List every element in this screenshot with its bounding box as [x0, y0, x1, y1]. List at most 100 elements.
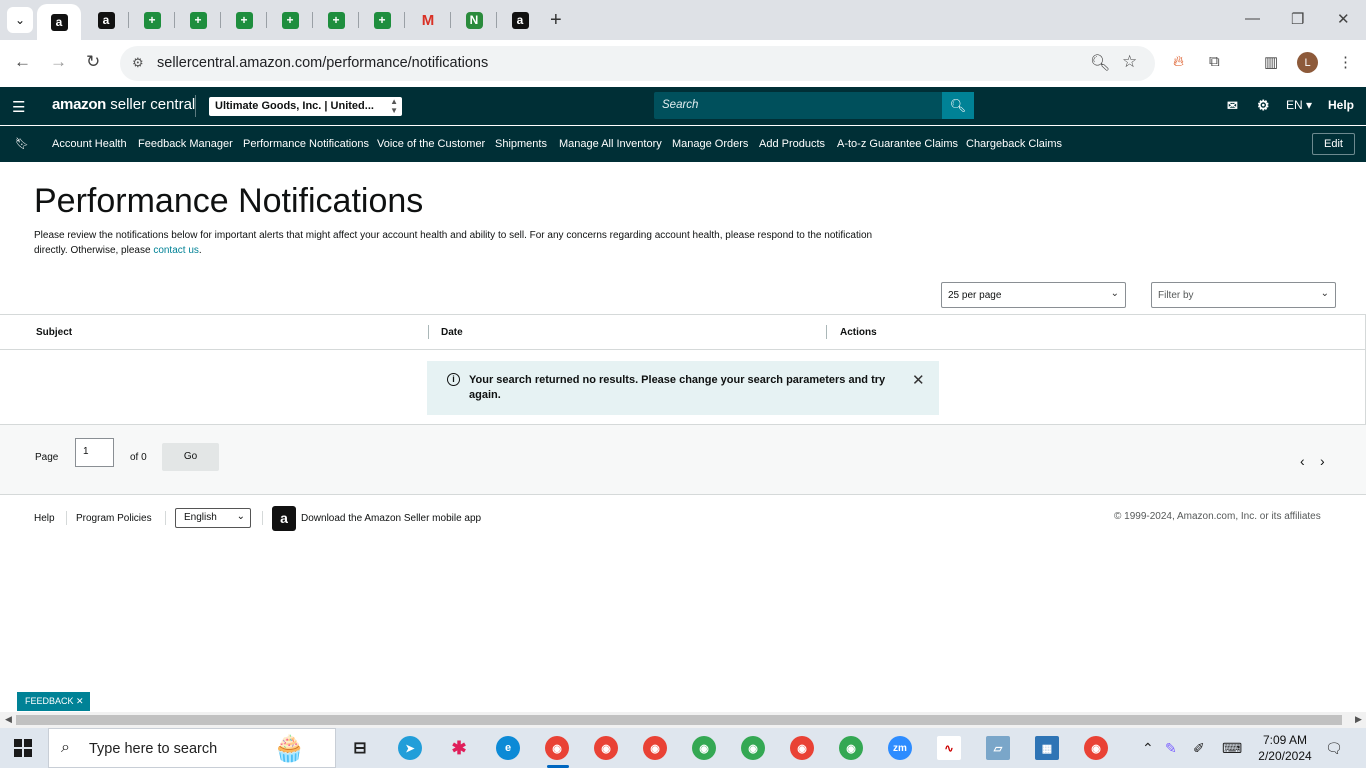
browser-tab[interactable]: + — [175, 6, 221, 34]
tray-chevron-up-icon[interactable]: ⌃ — [1142, 740, 1154, 757]
tab-search-chevron-icon[interactable]: ⌄ — [7, 7, 33, 33]
chrome-icon[interactable]: ◉ — [545, 736, 569, 760]
prev-page-chevron-icon[interactable]: ‹ — [1300, 453, 1305, 469]
browser-tab[interactable]: + — [359, 6, 405, 34]
help-link[interactable]: Help — [1328, 98, 1354, 112]
calculator-icon[interactable]: ▦ — [1035, 736, 1059, 760]
mail-icon[interactable]: ✉ — [1227, 98, 1238, 114]
nav-item-voice-of-the-customer[interactable]: Voice of the Customer — [377, 138, 485, 150]
close-alert-icon[interactable]: ✕ — [912, 371, 925, 389]
browser-tab[interactable]: M — [405, 6, 451, 34]
language-selector[interactable]: EN ▾ — [1286, 98, 1312, 112]
zoom-magnifier-icon[interactable]: 🔍︎ — [1090, 53, 1110, 73]
next-page-chevron-icon[interactable]: › — [1320, 453, 1325, 469]
chrome-profile-icon[interactable]: ◉ — [839, 736, 863, 760]
chrome-profile-icon[interactable]: ◉ — [1084, 736, 1108, 760]
footer-language-select[interactable]: English ⌄ — [175, 508, 251, 528]
task-view-icon[interactable]: ⊟ — [348, 736, 372, 760]
nav-item-a-to-z-guarantee-claims[interactable]: A-to-z Guarantee Claims — [837, 138, 958, 150]
keyboard-icon[interactable]: ⌨ — [1222, 740, 1242, 757]
program-policies-link[interactable]: Program Policies — [76, 513, 152, 524]
nav-item-feedback-manager[interactable]: Feedback Manager — [138, 138, 233, 150]
search-highlight-muffin-icon[interactable]: 🧁 — [273, 733, 305, 764]
scroll-thumb[interactable] — [16, 715, 1342, 725]
browser-tab[interactable]: N — [451, 6, 497, 34]
profile-avatar[interactable]: L — [1297, 52, 1318, 73]
edit-nav-button[interactable]: Edit — [1312, 133, 1355, 155]
chrome-profile-icon[interactable]: ◉ — [741, 736, 765, 760]
footer-divider — [262, 511, 263, 525]
browser-tab[interactable]: a — [497, 6, 543, 34]
chrome-profile-icon[interactable]: ◉ — [594, 736, 618, 760]
browser-menu-icon[interactable]: ⋮ — [1338, 53, 1353, 71]
taskbar-search-input[interactable]: Type here to search — [89, 741, 217, 757]
nav-item-account-health[interactable]: Account Health — [52, 138, 127, 150]
horizontal-scrollbar[interactable]: ◀ ▶ — [0, 712, 1366, 728]
browser-tab[interactable]: a — [37, 4, 81, 40]
bookmark-icon[interactable]: 🔖︎ — [15, 137, 29, 150]
windows-start-icon[interactable] — [14, 739, 32, 757]
close-window-icon[interactable]: ✕ — [1337, 10, 1350, 28]
extension-flame-icon[interactable]: 🔥︎ — [1173, 53, 1184, 70]
nav-item-manage-all-inventory[interactable]: Manage All Inventory — [559, 138, 662, 150]
nav-item-performance-notifications[interactable]: Performance Notifications — [243, 138, 369, 150]
account-selector[interactable]: Ultimate Goods, Inc. | United... ▲ ▼ — [209, 97, 402, 116]
stylus-icon[interactable]: ✐ — [1193, 740, 1205, 757]
restore-icon[interactable]: ❐ — [1291, 10, 1304, 28]
settings-gear-icon[interactable]: ⚙ — [1257, 97, 1270, 114]
slack-icon[interactable]: ✱ — [447, 736, 471, 760]
page-number-input[interactable]: 1 — [75, 438, 114, 467]
extensions-puzzle-icon[interactable]: ⧉ — [1209, 53, 1220, 70]
chrome-profile-icon[interactable]: ◉ — [643, 736, 667, 760]
address-bar[interactable]: ⚙ sellercentral.amazon.com/performance/n… — [120, 46, 1155, 81]
search-button[interactable]: 🔍︎ — [942, 92, 974, 119]
browser-tab[interactable]: a — [83, 6, 129, 34]
seller-central-logo[interactable]: amazon seller central — [52, 96, 195, 113]
contact-us-link[interactable]: contact us — [153, 245, 199, 256]
notes-app-icon[interactable]: ▱ — [986, 736, 1010, 760]
new-tab-plus-icon[interactable]: + — [550, 9, 562, 32]
tab-separator — [358, 12, 359, 28]
forward-arrow-icon[interactable]: → — [50, 52, 67, 72]
browser-tab[interactable]: + — [221, 6, 267, 34]
bookmark-star-icon[interactable]: ☆ — [1122, 52, 1137, 72]
system-clock[interactable]: 7:09 AM 2/20/2024 — [1255, 732, 1315, 764]
site-info-icon[interactable]: ⚙ — [132, 55, 144, 71]
pagination-bar: Page 1 of 0 Go ‹ › — [0, 425, 1366, 495]
notifications-icon[interactable]: 🗨︎ — [1325, 740, 1343, 757]
search-input[interactable]: Search — [662, 99, 698, 111]
telegram-icon[interactable]: ➤ — [398, 736, 422, 760]
voice-app-icon[interactable]: ∿ — [937, 736, 961, 760]
taskbar-search[interactable]: ⌕ Type here to search 🧁 — [48, 728, 336, 768]
scroll-right-icon[interactable]: ▶ — [1355, 714, 1362, 725]
filter-select[interactable]: Filter by ⌄ — [1151, 282, 1336, 308]
reload-icon[interactable]: ↻ — [86, 52, 100, 72]
amazon-seller-app-icon[interactable]: a — [272, 506, 296, 531]
scroll-left-icon[interactable]: ◀ — [5, 714, 12, 725]
column-header-subject[interactable]: Subject — [36, 327, 72, 338]
chrome-profile-icon[interactable]: ◉ — [692, 736, 716, 760]
browser-tab[interactable]: + — [129, 6, 175, 34]
side-panel-icon[interactable]: ▥ — [1264, 53, 1278, 71]
go-button[interactable]: Go — [162, 443, 219, 471]
back-arrow-icon[interactable]: ← — [14, 52, 31, 72]
per-page-select[interactable]: 25 per page ⌄ — [941, 282, 1126, 308]
browser-tab[interactable]: + — [313, 6, 359, 34]
edge-icon[interactable]: e — [496, 736, 520, 760]
nav-item-manage-orders[interactable]: Manage Orders — [672, 138, 748, 150]
nav-item-add-products[interactable]: Add Products — [759, 138, 825, 150]
hamburger-menu-icon[interactable]: ☰ — [12, 98, 25, 116]
pen-icon[interactable]: ✎ — [1165, 740, 1177, 757]
nav-item-shipments[interactable]: Shipments — [495, 138, 547, 150]
nav-item-chargeback-claims[interactable]: Chargeback Claims — [966, 138, 1062, 150]
zoom-app-icon[interactable]: zm — [888, 736, 912, 760]
minimize-icon[interactable]: — — [1245, 10, 1260, 27]
url-text[interactable]: sellercentral.amazon.com/performance/not… — [157, 55, 488, 71]
download-app-link[interactable]: Download the Amazon Seller mobile app — [301, 513, 481, 524]
column-header-date[interactable]: Date — [441, 327, 463, 338]
browser-tab[interactable]: + — [267, 6, 313, 34]
footer-help-link[interactable]: Help — [34, 513, 55, 524]
header-search[interactable]: Search 🔍︎ — [654, 92, 974, 119]
feedback-button[interactable]: FEEDBACK ✕ — [17, 692, 90, 711]
chrome-profile-icon[interactable]: ◉ — [790, 736, 814, 760]
